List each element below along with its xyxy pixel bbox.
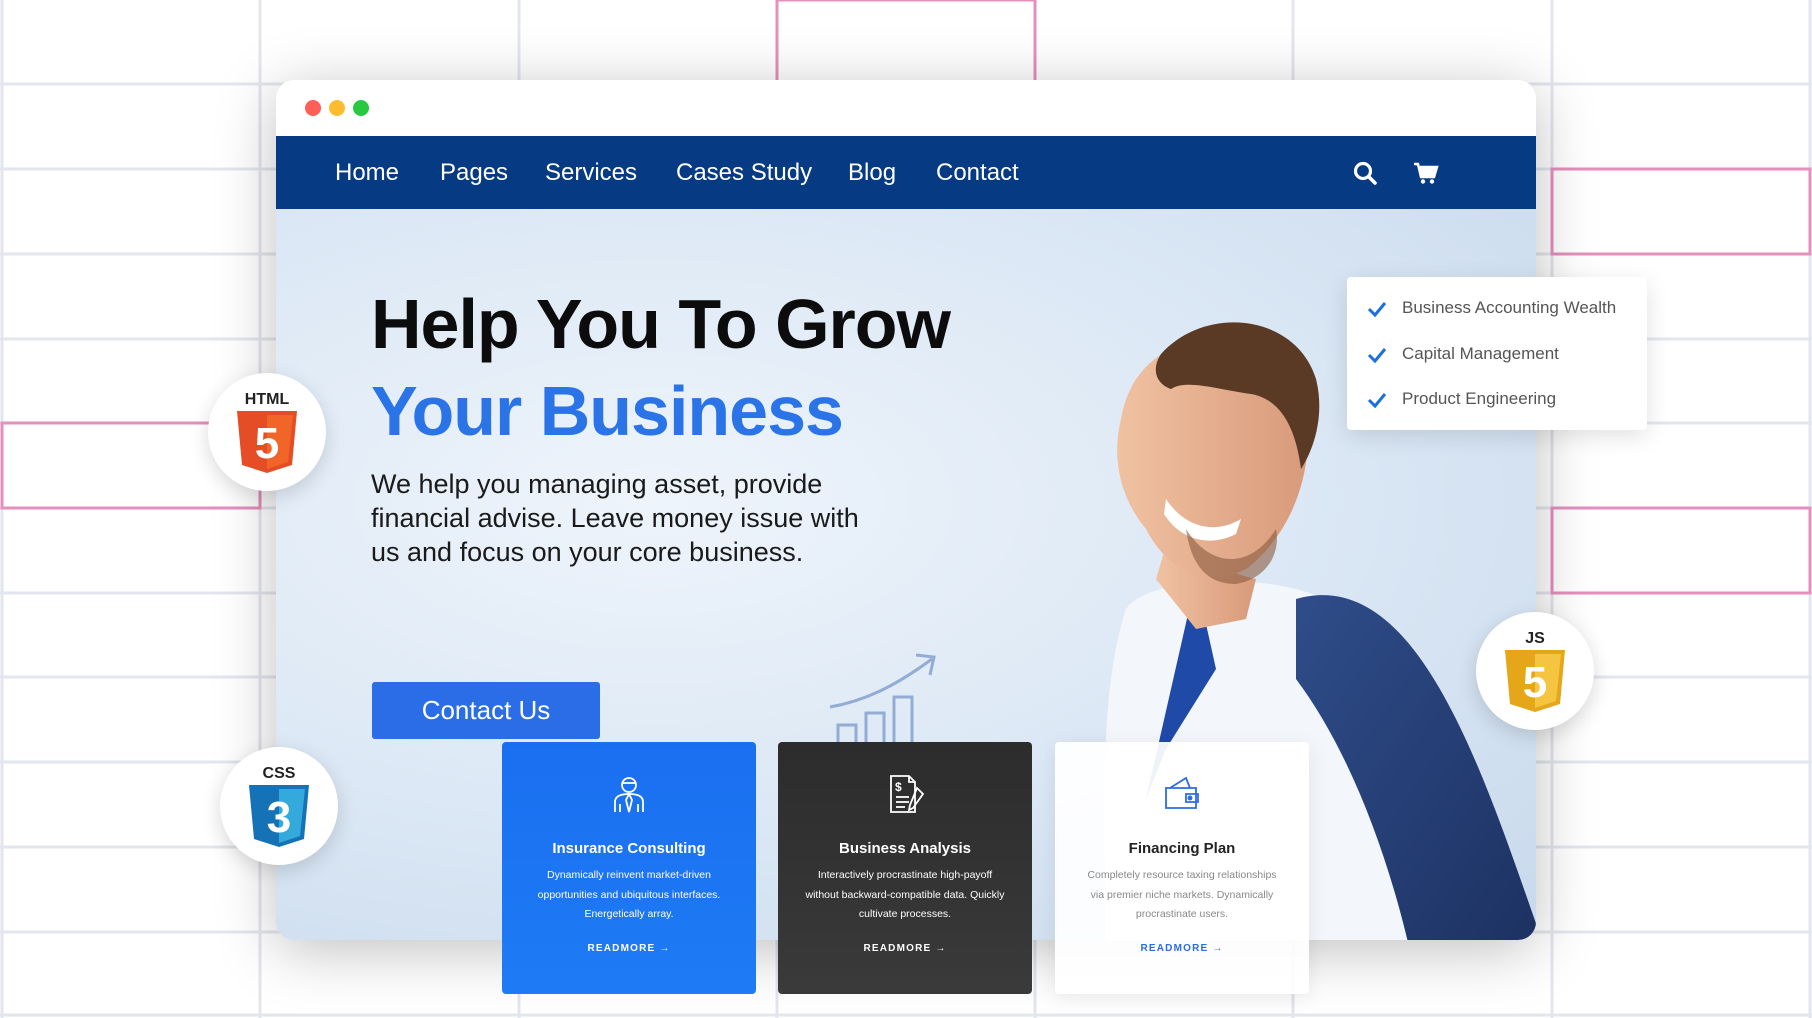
- card-description: Interactively procrastinate high-payoff …: [805, 869, 1005, 920]
- card-description: Completely resource taxing relationships…: [1087, 869, 1277, 920]
- arrow-right-icon: →: [659, 943, 671, 954]
- wallet-icon: [1162, 774, 1202, 814]
- card-title: Insurance Consulting: [552, 840, 706, 857]
- html5-badge: HTML 5: [208, 373, 326, 491]
- nav-blog[interactable]: Blog: [848, 136, 896, 209]
- card-title: Business Analysis: [838, 840, 971, 857]
- css3-badge: CSS 3: [220, 747, 338, 865]
- maximize-window-dot[interactable]: [353, 100, 369, 116]
- card-description: Dynamically reinvent market-driven oppor…: [537, 869, 721, 920]
- js-badge: JS 5: [1476, 612, 1594, 730]
- window-titlebar: [276, 80, 1536, 136]
- readmore-link[interactable]: READMORE →: [1055, 943, 1309, 954]
- nav-cases-study[interactable]: Cases Study: [676, 136, 812, 209]
- close-window-dot[interactable]: [305, 100, 321, 116]
- checklist-item-label: Capital Management: [1402, 344, 1559, 363]
- checkmark-icon: [1367, 390, 1387, 410]
- card-title: Financing Plan: [1128, 840, 1236, 857]
- svg-text:$: $: [895, 780, 902, 794]
- readmore-label: READMORE: [863, 943, 932, 954]
- badge-label: HTML: [245, 391, 290, 408]
- readmore-label: READMORE: [1140, 943, 1209, 954]
- badge-digit: 3: [267, 793, 291, 842]
- service-card-insurance-consulting: Insurance Consulting Dynamically reinven…: [502, 742, 756, 994]
- badge-label: CSS: [263, 765, 296, 782]
- service-card-business-analysis: $ Business Analysis Interactively procra…: [778, 742, 1032, 994]
- main-navbar: Home Pages Services Cases Study Blog Con…: [276, 136, 1536, 209]
- badge-digit: 5: [255, 419, 279, 468]
- cart-icon[interactable]: [1413, 160, 1439, 186]
- readmore-label: READMORE: [587, 943, 656, 954]
- readmore-link[interactable]: READMORE →: [778, 943, 1032, 954]
- checkmark-icon: [1367, 299, 1387, 319]
- search-icon[interactable]: [1352, 160, 1378, 186]
- hero-title-line2: Your Business: [371, 372, 844, 450]
- checklist-item-label: Product Engineering: [1402, 389, 1557, 408]
- nav-pages[interactable]: Pages: [440, 136, 508, 209]
- minimize-window-dot[interactable]: [329, 100, 345, 116]
- hero-description: We help you managing asset, provide fina…: [371, 469, 859, 567]
- feature-checklist-card: Business Accounting Wealth Capital Manag…: [1347, 277, 1647, 430]
- checklist-item-label: Business Accounting Wealth: [1402, 298, 1617, 317]
- contact-us-button[interactable]: Contact Us: [372, 682, 600, 739]
- hero-title-line1: Help You To Grow: [371, 285, 951, 363]
- arrow-right-icon: →: [1212, 943, 1224, 954]
- arrow-right-icon: →: [935, 943, 947, 954]
- nav-services[interactable]: Services: [545, 136, 637, 209]
- nav-contact[interactable]: Contact: [936, 136, 1019, 209]
- service-card-financing-plan: Financing Plan Completely resource taxin…: [1055, 742, 1309, 994]
- consultant-icon: [609, 774, 649, 814]
- badge-label: JS: [1525, 630, 1545, 647]
- badge-digit: 5: [1523, 658, 1547, 707]
- checkmark-icon: [1367, 345, 1387, 365]
- document-icon: $: [885, 774, 925, 814]
- readmore-link[interactable]: READMORE →: [502, 943, 756, 954]
- nav-home[interactable]: Home: [335, 136, 399, 209]
